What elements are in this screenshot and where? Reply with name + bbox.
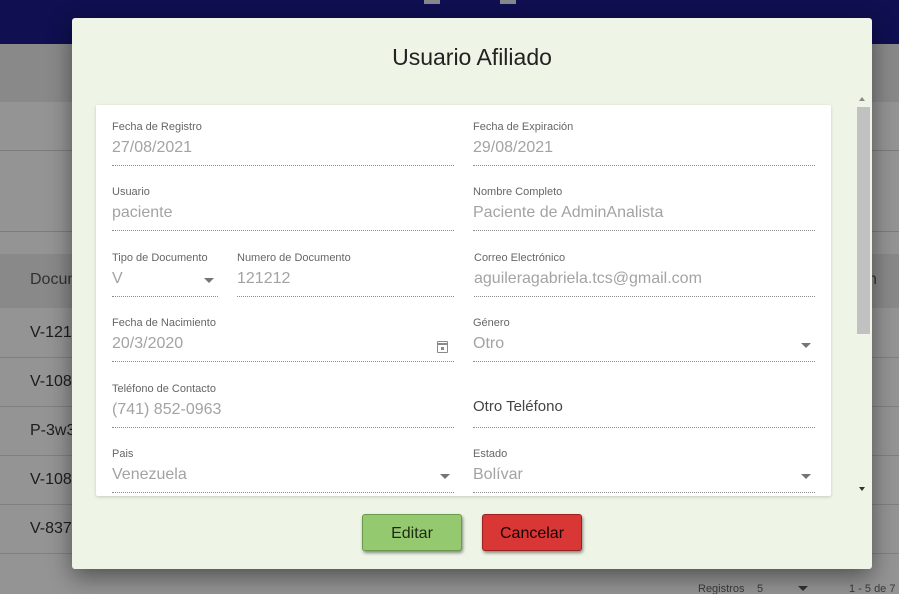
field-label: Usuario [112,186,150,198]
dropdown-arrow-icon[interactable] [204,278,214,283]
dropdown-arrow-icon[interactable] [801,474,811,479]
scroll-thumb[interactable] [857,107,870,334]
field-label: Numero de Documento [237,252,351,264]
country-select[interactable]: Pais Venezuela [112,448,454,493]
cancel-button[interactable]: Cancelar [482,514,582,551]
field-value: Bolívar [473,466,523,483]
field-label: Fecha de Nacimiento [112,317,216,329]
field-value: Otro [473,335,505,352]
dropdown-arrow-icon[interactable] [440,474,450,479]
scroll-down-icon[interactable] [859,487,865,491]
field-value: 121212 [237,270,291,287]
other-phone-field[interactable]: Otro Teléfono [473,383,815,428]
field-label: Nombre Completo [473,186,563,198]
field-value: 27/08/2021 [112,139,193,156]
document-type-select[interactable]: Tipo de Documento V [112,252,218,297]
field-value: 29/08/2021 [473,139,554,156]
field-value: 20/3/2020 [112,335,184,352]
field-value: paciente [112,204,173,221]
phone-field[interactable]: Teléfono de Contacto (741) 852-0963 [112,383,454,428]
field-label: Tipo de Documento [112,252,208,264]
field-label: Pais [112,448,134,460]
field-placeholder: Otro Teléfono [473,398,563,415]
field-value: aguileragabriela.tcs@gmail.com [474,270,702,287]
field-value: Paciente de AdminAnalista [473,204,664,221]
calendar-icon[interactable] [437,341,448,353]
field-value: (741) 852-0963 [112,401,222,418]
expiration-date-field[interactable]: Fecha de Expiración 29/08/2021 [473,121,815,166]
affiliated-user-dialog: Usuario Afiliado Fecha de Registro 27/08… [72,18,872,569]
edit-button[interactable]: Editar [362,514,462,551]
dialog-title: Usuario Afiliado [392,44,552,70]
field-label: Fecha de Registro [112,121,202,133]
form-card: Fecha de Registro 27/08/2021 Fecha de Ex… [96,105,831,496]
birth-date-field[interactable]: Fecha de Nacimiento 20/3/2020 [112,317,454,362]
full-name-field[interactable]: Nombre Completo Paciente de AdminAnalist… [473,186,815,231]
field-label: Correo Electrónico [474,252,566,264]
document-number-field[interactable]: Numero de Documento 121212 [237,252,454,297]
dropdown-arrow-icon[interactable] [801,343,811,348]
field-value: V [112,270,123,287]
state-select[interactable]: Estado Bolívar [473,448,815,493]
gender-select[interactable]: Género Otro [473,317,815,362]
registration-date-field[interactable]: Fecha de Registro 27/08/2021 [112,121,454,166]
field-label: Género [473,317,510,329]
scroll-up-icon[interactable] [859,97,865,101]
field-value: Venezuela [112,466,187,483]
field-label: Estado [473,448,508,460]
username-field[interactable]: Usuario paciente [112,186,454,231]
email-field[interactable]: Correo Electrónico aguileragabriela.tcs@… [474,252,815,297]
field-label: Fecha de Expiración [473,121,574,133]
dialog-scrollbar[interactable] [855,97,870,496]
field-label: Teléfono de Contacto [112,383,216,395]
